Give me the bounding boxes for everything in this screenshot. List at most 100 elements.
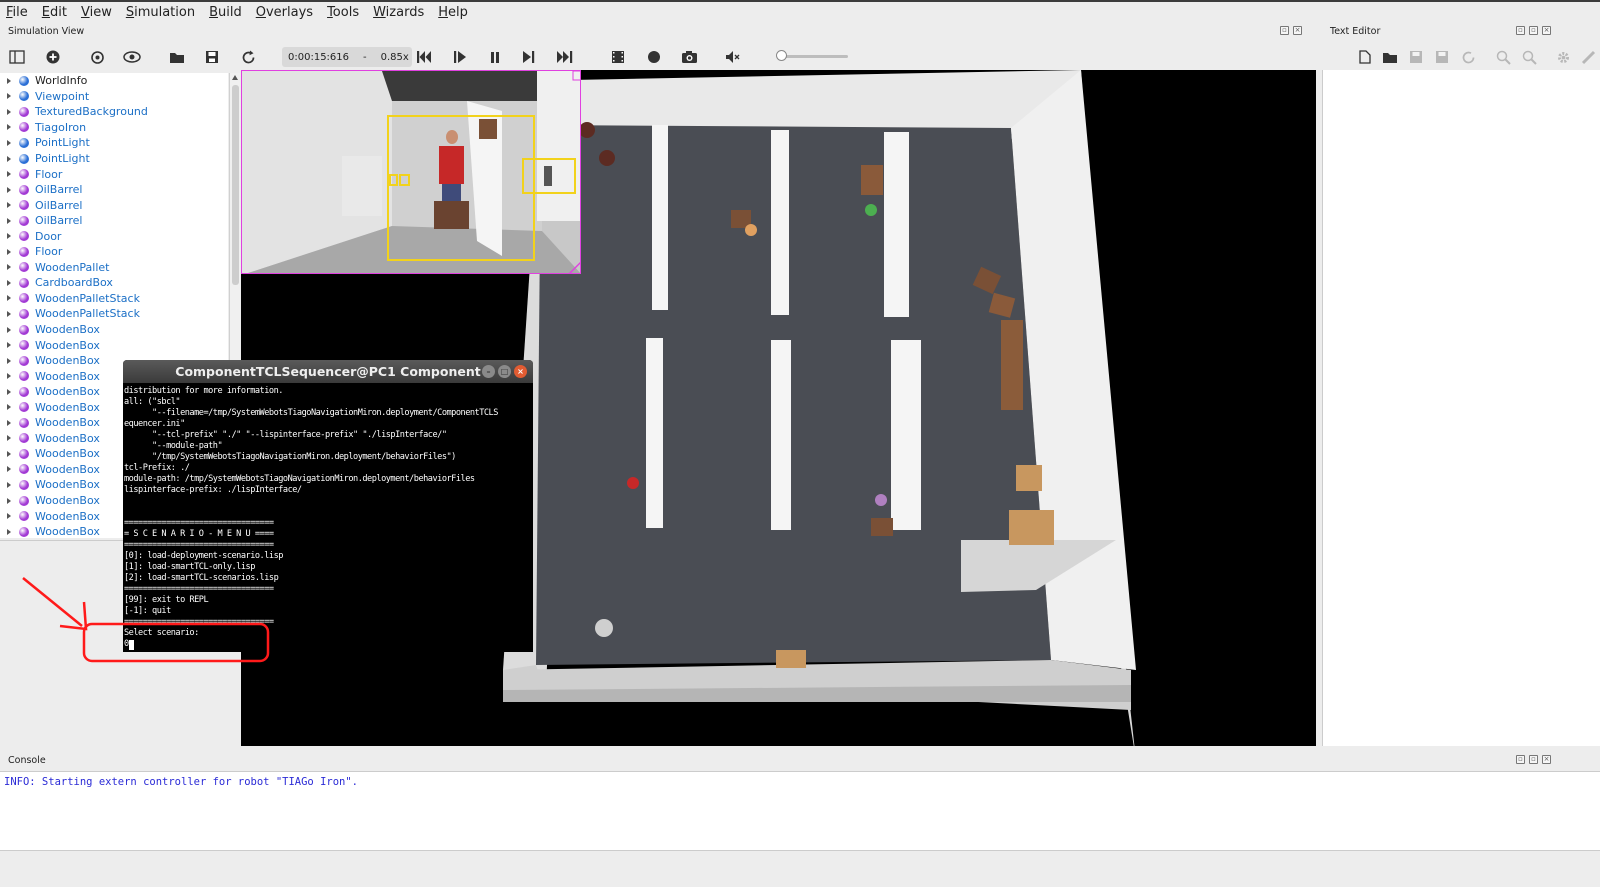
expand-arrow-icon[interactable] [7,404,11,411]
menu-file[interactable]: File [6,5,28,20]
step-icon[interactable] [451,48,469,66]
run-icon[interactable] [521,48,539,66]
maximize-dock-icon[interactable]: ▫ [1529,755,1538,764]
scene-tree-item[interactable]: WorldInfo [0,73,228,89]
scene-tree-item[interactable]: WoodenBox [0,322,228,338]
expand-arrow-icon[interactable] [7,279,11,286]
expand-arrow-icon[interactable] [7,513,11,520]
record-animation-icon[interactable] [645,48,663,66]
scene-tree-item[interactable]: WoodenPalletStack [0,291,228,307]
scroll-up-icon[interactable] [232,75,238,80]
expand-arrow-icon[interactable] [7,342,11,349]
expand-arrow-icon[interactable] [7,248,11,255]
expand-arrow-icon[interactable] [7,77,11,84]
float-dock-icon[interactable]: ▫ [1280,26,1289,35]
save-file-icon[interactable] [1407,48,1425,66]
expand-arrow-icon[interactable] [7,466,11,473]
screenshot-icon[interactable] [680,48,698,66]
save-as-icon[interactable] [1433,48,1451,66]
menu-simulation[interactable]: Simulation [126,5,195,20]
replace-icon[interactable] [1520,48,1538,66]
scene-tree-item[interactable]: Floor [0,244,228,260]
menu-build[interactable]: Build [209,5,242,20]
clear-icon[interactable] [1579,48,1597,66]
menu-edit[interactable]: Edit [42,5,67,20]
volume-slider-track[interactable] [780,55,848,58]
maximize-icon[interactable]: □ [498,365,511,378]
expand-arrow-icon[interactable] [7,124,11,131]
settings-gear-icon[interactable] [1554,48,1572,66]
find-icon[interactable] [1494,48,1512,66]
close-dock-icon[interactable]: × [1542,755,1551,764]
scene-tree-item[interactable]: OilBarrel [0,182,228,198]
expand-arrow-icon[interactable] [7,264,11,271]
save-world-icon[interactable] [203,48,221,66]
camera-overlay[interactable] [241,70,581,274]
expand-arrow-icon[interactable] [7,93,11,100]
expand-arrow-icon[interactable] [7,217,11,224]
scene-tree-item[interactable]: OilBarrel [0,197,228,213]
expand-arrow-icon[interactable] [7,310,11,317]
menu-tools[interactable]: Tools [327,5,359,20]
expand-arrow-icon[interactable] [7,497,11,504]
new-file-icon[interactable] [1356,48,1374,66]
open-world-icon[interactable] [168,48,186,66]
scene-tree-item[interactable]: WoodenPallet [0,260,228,276]
reload-world-icon[interactable] [239,48,257,66]
close-dock-icon[interactable]: × [1542,26,1551,35]
expand-arrow-icon[interactable] [7,326,11,333]
revert-icon[interactable] [1459,48,1477,66]
expand-arrow-icon[interactable] [7,139,11,146]
float-dock-icon[interactable]: ▫ [1516,26,1525,35]
scrollbar-thumb[interactable] [232,85,239,285]
float-dock-icon[interactable]: ▫ [1516,755,1525,764]
step-back-icon[interactable] [415,48,433,66]
expand-arrow-icon[interactable] [7,435,11,442]
open-file-icon[interactable] [1381,48,1399,66]
expand-arrow-icon[interactable] [7,419,11,426]
expand-arrow-icon[interactable] [7,155,11,162]
scene-tree-toggle-icon[interactable] [8,48,26,66]
expand-arrow-icon[interactable] [7,450,11,457]
expand-arrow-icon[interactable] [7,388,11,395]
scene-tree-item[interactable]: Floor [0,166,228,182]
expand-arrow-icon[interactable] [7,108,11,115]
scene-tree-item[interactable]: CardboardBox [0,275,228,291]
scene-tree-item[interactable]: PointLight [0,151,228,167]
scene-tree-item[interactable]: PointLight [0,135,228,151]
fast-run-icon[interactable] [556,48,574,66]
pause-icon[interactable] [486,48,504,66]
menu-overlays[interactable]: Overlays [256,5,313,20]
close-icon[interactable]: × [514,365,527,378]
console-output[interactable]: INFO: Starting extern controller for rob… [0,771,1600,851]
minimize-icon[interactable]: – [482,365,495,378]
expand-arrow-icon[interactable] [7,528,11,535]
text-editor-area[interactable] [1322,70,1600,746]
record-movie-icon[interactable] [609,48,627,66]
menu-help[interactable]: Help [438,5,468,20]
expand-arrow-icon[interactable] [7,357,11,364]
volume-slider-handle[interactable] [776,50,787,61]
expand-arrow-icon[interactable] [7,295,11,302]
expand-arrow-icon[interactable] [7,202,11,209]
expand-arrow-icon[interactable] [7,373,11,380]
menu-view[interactable]: View [81,5,112,20]
scene-tree-item[interactable]: TiagoIron [0,120,228,136]
maximize-dock-icon[interactable]: ▫ [1529,26,1538,35]
terminal-titlebar[interactable]: ComponentTCLSequencer@PC1 Component – □ … [123,360,533,383]
scene-tree-item[interactable]: Door [0,228,228,244]
scene-tree-item[interactable]: OilBarrel [0,213,228,229]
expand-arrow-icon[interactable] [7,186,11,193]
expand-arrow-icon[interactable] [7,233,11,240]
scene-tree-item[interactable]: TexturedBackground [0,104,228,120]
expand-arrow-icon[interactable] [7,481,11,488]
scene-tree-item[interactable]: WoodenBox [0,337,228,353]
expand-arrow-icon[interactable] [7,171,11,178]
close-dock-icon[interactable]: × [1293,26,1302,35]
mute-icon[interactable] [724,48,742,66]
menu-wizards[interactable]: Wizards [373,5,424,20]
scene-tree-item[interactable]: Viewpoint [0,89,228,105]
scene-tree-item[interactable]: WoodenPalletStack [0,306,228,322]
reset-view-icon[interactable] [88,48,106,66]
visibility-icon[interactable] [123,48,141,66]
